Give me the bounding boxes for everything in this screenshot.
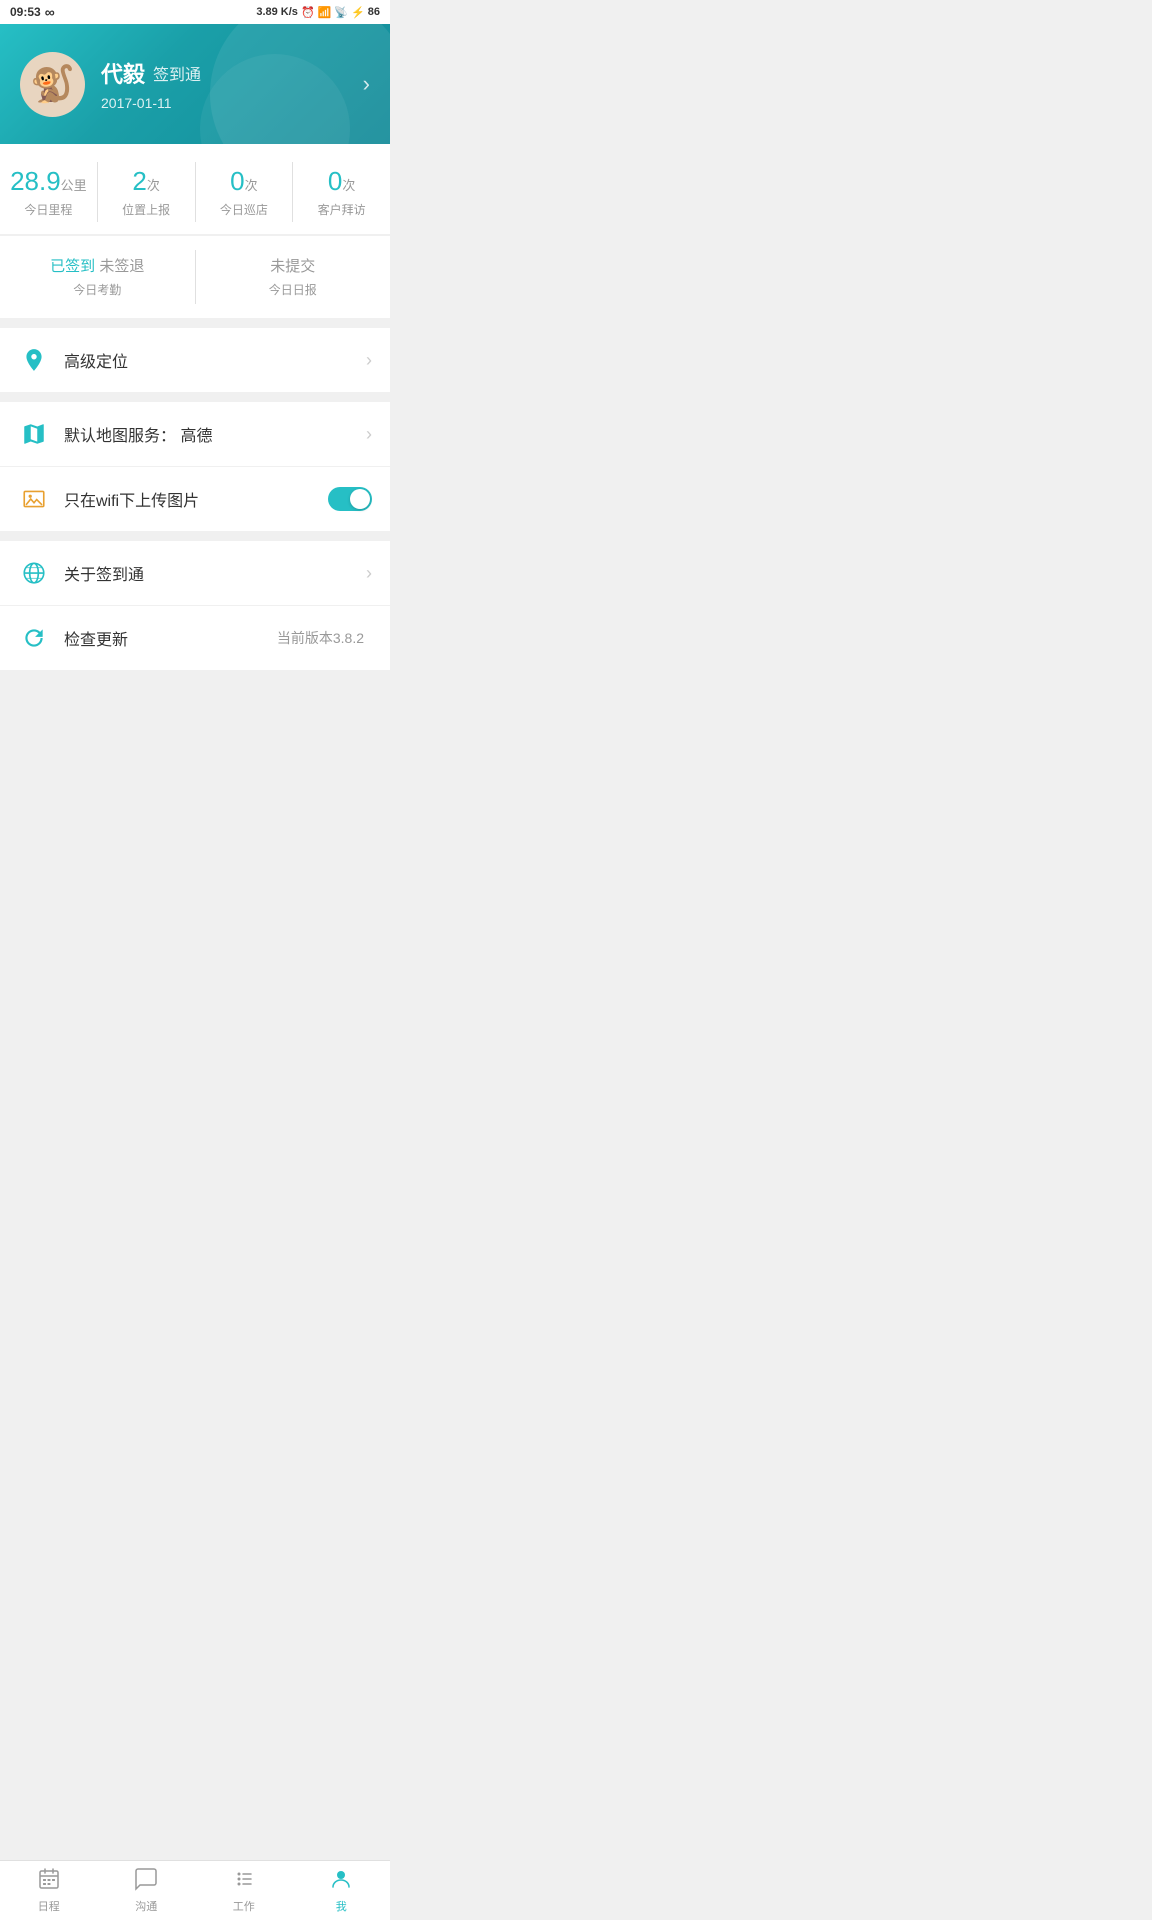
stat-unit-location: 次: [147, 178, 160, 193]
nav-item-schedule[interactable]: 日程: [0, 1861, 98, 1920]
wifi-upload-toggle[interactable]: [328, 487, 372, 511]
stat-label-location: 位置上报: [106, 201, 187, 218]
signal-icon: 📡: [334, 6, 348, 19]
menu-section-1: 高级定位 ›: [0, 328, 390, 392]
nav-label-chat: 沟通: [135, 1898, 157, 1914]
status-bar: 09:53 ∞ 3.89 K/s ⏰ 📶 📡 ⚡ 86: [0, 0, 390, 24]
profile-name-row: 代毅 签到通: [101, 57, 363, 89]
menu-item-wifi-upload[interactable]: 只在wifi下上传图片: [0, 467, 390, 531]
unsigned-status: 未签退: [99, 258, 144, 275]
clock-icon: ⏰: [301, 6, 315, 19]
me-icon: [329, 1867, 353, 1895]
menu-item-check-update[interactable]: 检查更新 当前版本3.8.2: [0, 606, 390, 670]
bottom-spacer: [0, 670, 390, 740]
status-right: 3.89 K/s ⏰ 📶 📡 ⚡ 86: [256, 6, 380, 19]
check-update-version: 当前版本3.8.2: [277, 628, 364, 648]
section-divider-2: [0, 392, 390, 402]
section-divider-3: [0, 531, 390, 541]
stat-label-visit: 客户拜访: [301, 201, 382, 218]
attendance-report-status: 未提交: [196, 256, 391, 277]
stat-item-visit: 0次 客户拜访: [293, 162, 390, 222]
network-speed: 3.89 K/s: [256, 6, 298, 18]
profile-name: 代毅: [101, 57, 145, 89]
nav-label-me: 我: [336, 1898, 347, 1914]
nav-item-work[interactable]: 工作: [195, 1861, 293, 1920]
location-icon: [18, 344, 50, 376]
nav-item-me[interactable]: 我: [293, 1861, 391, 1920]
bottom-navigation: 日程 沟通 工作 我: [0, 1860, 390, 1920]
stat-number-patrol: 0次: [204, 166, 285, 197]
menu-item-advanced-location[interactable]: 高级定位 ›: [0, 328, 390, 392]
battery-level: 86: [368, 6, 380, 18]
default-map-label: 默认地图服务： 高德: [64, 422, 366, 446]
advanced-location-label: 高级定位: [64, 348, 366, 372]
header-banner[interactable]: 🐒 代毅 签到通 2017-01-11 ›: [0, 24, 390, 144]
header-arrow[interactable]: ›: [363, 71, 370, 97]
work-icon: [232, 1867, 256, 1895]
stat-unit-visit: 次: [342, 178, 355, 193]
attendance-report-label: 今日日报: [196, 281, 391, 298]
about-arrow: ›: [366, 563, 372, 584]
attendance-item-checkin[interactable]: 已签到 未签退 今日考勤: [0, 250, 196, 304]
attendance-checkin-label: 今日考勤: [0, 281, 195, 298]
stat-item-location: 2次 位置上报: [98, 162, 196, 222]
schedule-icon: [37, 1867, 61, 1895]
stat-label-patrol: 今日巡店: [204, 201, 285, 218]
status-left: 09:53 ∞: [10, 4, 55, 20]
stat-number-visit: 0次: [301, 166, 382, 197]
signed-status: 已签到: [50, 258, 95, 275]
advanced-location-arrow: ›: [366, 350, 372, 371]
map-icon: [18, 418, 50, 450]
stats-row: 28.9公里 今日里程 2次 位置上报 0次 今日巡店 0次 客户拜访: [0, 162, 390, 222]
section-divider-1: [0, 318, 390, 328]
refresh-icon: [18, 622, 50, 654]
stat-label-mileage: 今日里程: [8, 201, 89, 218]
stat-number-location: 2次: [106, 166, 187, 197]
nav-item-chat[interactable]: 沟通: [98, 1861, 196, 1920]
default-map-arrow: ›: [366, 424, 372, 445]
infinity-icon: ∞: [45, 4, 55, 20]
chat-icon: [134, 1867, 158, 1895]
profile-date: 2017-01-11: [101, 95, 363, 111]
nav-label-work: 工作: [233, 1898, 255, 1914]
profile-info: 代毅 签到通 2017-01-11: [101, 57, 363, 111]
stat-item-mileage: 28.9公里 今日里程: [0, 162, 98, 222]
stat-item-patrol: 0次 今日巡店: [196, 162, 294, 222]
wifi-icon: 📶: [318, 6, 332, 19]
about-label: 关于签到通: [64, 561, 366, 585]
nav-label-schedule: 日程: [38, 1898, 60, 1914]
charge-icon: ⚡: [351, 6, 365, 19]
stat-number-mileage: 28.9公里: [8, 166, 89, 197]
stat-unit-patrol: 次: [245, 178, 258, 193]
menu-item-default-map[interactable]: 默认地图服务： 高德 ›: [0, 402, 390, 467]
menu-section-3: 关于签到通 › 检查更新 当前版本3.8.2: [0, 541, 390, 670]
attendance-checkin-status: 已签到 未签退: [0, 256, 195, 277]
menu-item-about[interactable]: 关于签到通 ›: [0, 541, 390, 606]
photo-icon: [18, 483, 50, 515]
profile-app-name: 签到通: [153, 61, 201, 85]
wifi-upload-label: 只在wifi下上传图片: [64, 487, 328, 511]
attendance-item-report[interactable]: 未提交 今日日报: [196, 250, 391, 304]
stat-unit-mileage: 公里: [61, 178, 87, 193]
avatar: 🐒: [20, 52, 85, 117]
stats-section: 28.9公里 今日里程 2次 位置上报 0次 今日巡店 0次 客户拜访: [0, 144, 390, 234]
globe-icon: [18, 557, 50, 589]
status-time: 09:53: [10, 5, 41, 19]
menu-section-2: 默认地图服务： 高德 › 只在wifi下上传图片: [0, 402, 390, 531]
check-update-label: 检查更新: [64, 626, 277, 650]
attendance-section: 已签到 未签退 今日考勤 未提交 今日日报: [0, 235, 390, 318]
